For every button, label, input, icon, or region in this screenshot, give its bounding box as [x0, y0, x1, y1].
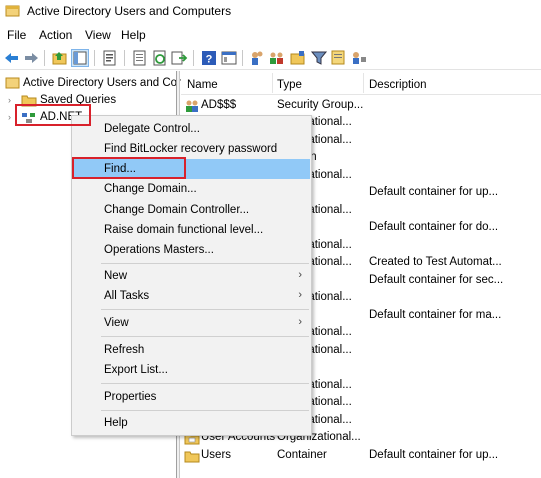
list-header: Name Type Description [181, 71, 541, 95]
menu-item-view[interactable]: View › [73, 313, 310, 333]
group-icon [186, 100, 198, 112]
table-row[interactable]: Users Container Default container for up… [181, 447, 541, 464]
export-icon[interactable] [170, 49, 188, 67]
menu-bar: File Action View Help [0, 25, 541, 45]
window-title: Active Directory Users and Computers [27, 4, 232, 18]
menu-item-all-tasks[interactable]: All Tasks › [73, 286, 310, 306]
menu-item-new[interactable]: New › [73, 266, 310, 286]
forward-arrow-icon[interactable] [22, 49, 40, 67]
delegate-icon[interactable] [350, 49, 368, 67]
properties-icon[interactable] [101, 49, 119, 67]
users-icon[interactable] [248, 49, 266, 67]
folder-icon [184, 451, 200, 463]
aduc-root-icon [5, 77, 20, 89]
aduc-app-icon [5, 5, 20, 17]
toolbar: ? [0, 46, 541, 70]
menu-item-properties[interactable]: Properties [73, 387, 310, 407]
table-row[interactable]: AD$$$ Security Group... [181, 97, 541, 114]
export-list-icon[interactable] [131, 49, 149, 67]
menu-item-refresh[interactable]: Refresh [73, 340, 310, 360]
back-arrow-icon[interactable] [3, 49, 21, 67]
svg-text:?: ? [206, 54, 213, 66]
tree-root-label: Active Directory Users and Com [23, 77, 187, 89]
menu-view[interactable]: View [85, 28, 111, 42]
chevron-right-icon[interactable]: › [8, 112, 11, 122]
tree-root[interactable]: Active Directory Users and Com [0, 75, 187, 93]
submenu-arrow-icon: › [298, 289, 302, 301]
chevron-right-icon[interactable]: › [8, 95, 11, 105]
groups-icon[interactable] [268, 49, 286, 67]
submenu-arrow-icon: › [298, 316, 302, 328]
annotation-highlight-domain [15, 104, 91, 126]
up-folder-icon[interactable] [51, 49, 69, 67]
menu-help[interactable]: Help [121, 28, 146, 42]
title-bar: Active Directory Users and Computers [0, 0, 541, 24]
menu-item-change-dc[interactable]: Change Domain Controller... [73, 200, 310, 220]
find-icon[interactable] [330, 49, 348, 67]
annotation-highlight-find [72, 157, 186, 179]
menu-item-delegate-control[interactable]: Delegate Control... [73, 119, 310, 139]
menu-item-find-bitlocker[interactable]: Find BitLocker recovery password [73, 139, 310, 159]
menu-item-raise-level[interactable]: Raise domain functional level... [73, 220, 310, 240]
help-icon[interactable]: ? [200, 49, 218, 67]
filter-icon[interactable] [310, 49, 328, 67]
refresh-icon[interactable] [151, 49, 169, 67]
folder-new-icon[interactable] [289, 49, 307, 67]
menu-item-export-list[interactable]: Export List... [73, 360, 310, 380]
submenu-arrow-icon: › [298, 269, 302, 281]
menu-action[interactable]: Action [39, 28, 72, 42]
menu-item-change-domain[interactable]: Change Domain... [73, 179, 310, 199]
menu-item-help[interactable]: Help [73, 413, 310, 433]
menu-file[interactable]: File [7, 28, 26, 42]
column-header-type[interactable]: Type [277, 79, 302, 91]
column-header-description[interactable]: Description [369, 79, 427, 91]
menu-item-operations-masters[interactable]: Operations Masters... [73, 240, 310, 260]
column-header-name[interactable]: Name [187, 79, 218, 91]
console-icon[interactable] [220, 49, 238, 67]
console-tree-icon[interactable] [71, 49, 89, 67]
